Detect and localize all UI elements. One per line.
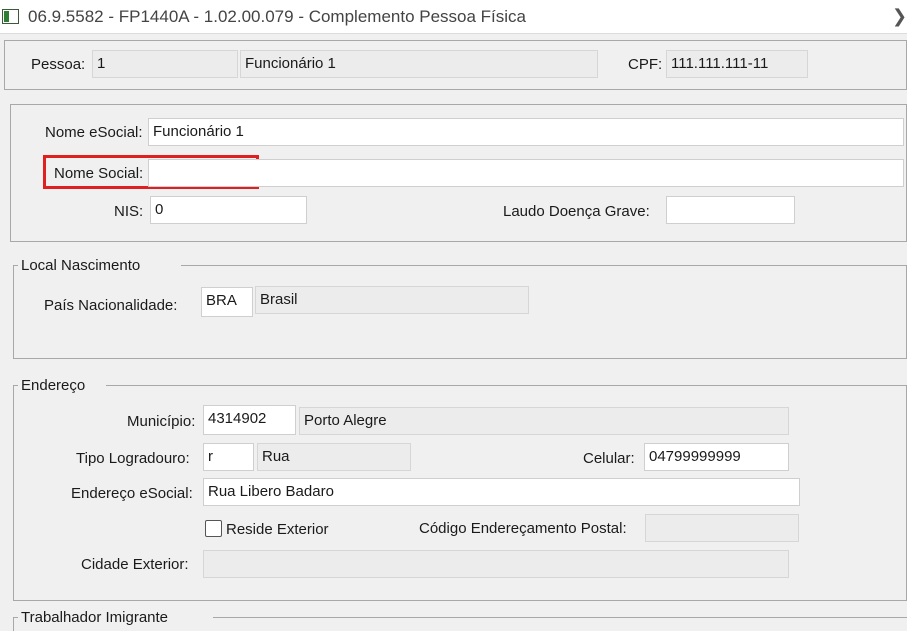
municipio-name-field[interactable]: Porto Alegre [299, 407, 789, 435]
pessoa-code-field[interactable]: 1 [92, 50, 238, 78]
pessoa-name-field[interactable]: Funcionário 1 [240, 50, 598, 78]
nome-esocial-label: Nome eSocial: [45, 124, 143, 141]
app-icon [2, 9, 19, 24]
laudo-label: Laudo Doença Grave: [503, 203, 650, 220]
laudo-input[interactable] [666, 196, 795, 224]
tipo-logradouro-input[interactable]: r [203, 443, 254, 471]
tipo-logradouro-name-field[interactable]: Rua [257, 443, 411, 471]
reside-exterior-checkbox[interactable] [205, 520, 222, 537]
celular-label: Celular: [583, 450, 635, 467]
pessoa-label: Pessoa: [31, 56, 86, 73]
title-bar: 06.9.5582 - FP1440A - 1.02.00.079 - Comp… [0, 0, 907, 34]
local-nascimento-title: Local Nascimento [18, 257, 144, 274]
cidade-exterior-label: Cidade Exterior: [81, 556, 189, 573]
nis-input[interactable]: 0 [150, 196, 307, 224]
cep-label: Código Endereçamento Postal: [419, 520, 627, 537]
endereco-line [106, 385, 907, 386]
pais-label: País Nacionalidade: [44, 297, 178, 314]
cpf-field[interactable]: 111.111.111-11 [666, 50, 808, 78]
trabalhador-line-vertical [13, 617, 14, 631]
trabalhador-title: Trabalhador Imigrante [18, 609, 172, 626]
endereco-esocial-input[interactable]: Rua Libero Badaro [203, 478, 800, 506]
window-title: 06.9.5582 - FP1440A - 1.02.00.079 - Comp… [28, 7, 527, 26]
celular-input[interactable]: 04799999999 [644, 443, 789, 471]
municipio-label: Município: [127, 413, 196, 430]
pais-name-field[interactable]: Brasil [255, 286, 529, 314]
nome-social-input[interactable] [148, 159, 904, 187]
municipio-code-input[interactable]: 4314902 [203, 405, 296, 435]
trabalhador-line [213, 617, 907, 618]
reside-exterior-label[interactable]: Reside Exterior [226, 521, 329, 538]
tipo-logradouro-label: Tipo Logradouro: [76, 450, 190, 467]
nome-social-label: Nome Social: [54, 165, 144, 182]
nome-esocial-input[interactable]: Funcionário 1 [148, 118, 904, 146]
pais-code-input[interactable]: BRA [201, 287, 253, 317]
cep-field[interactable] [645, 514, 799, 542]
endereco-title: Endereço [18, 377, 89, 394]
local-nascimento-line [181, 265, 907, 266]
endereco-esocial-label: Endereço eSocial: [71, 485, 193, 502]
nis-label: NIS: [114, 203, 144, 220]
cpf-label: CPF: [628, 56, 663, 73]
chevron-right-icon[interactable]: ❯ [892, 6, 907, 27]
cidade-exterior-field[interactable] [203, 550, 789, 578]
